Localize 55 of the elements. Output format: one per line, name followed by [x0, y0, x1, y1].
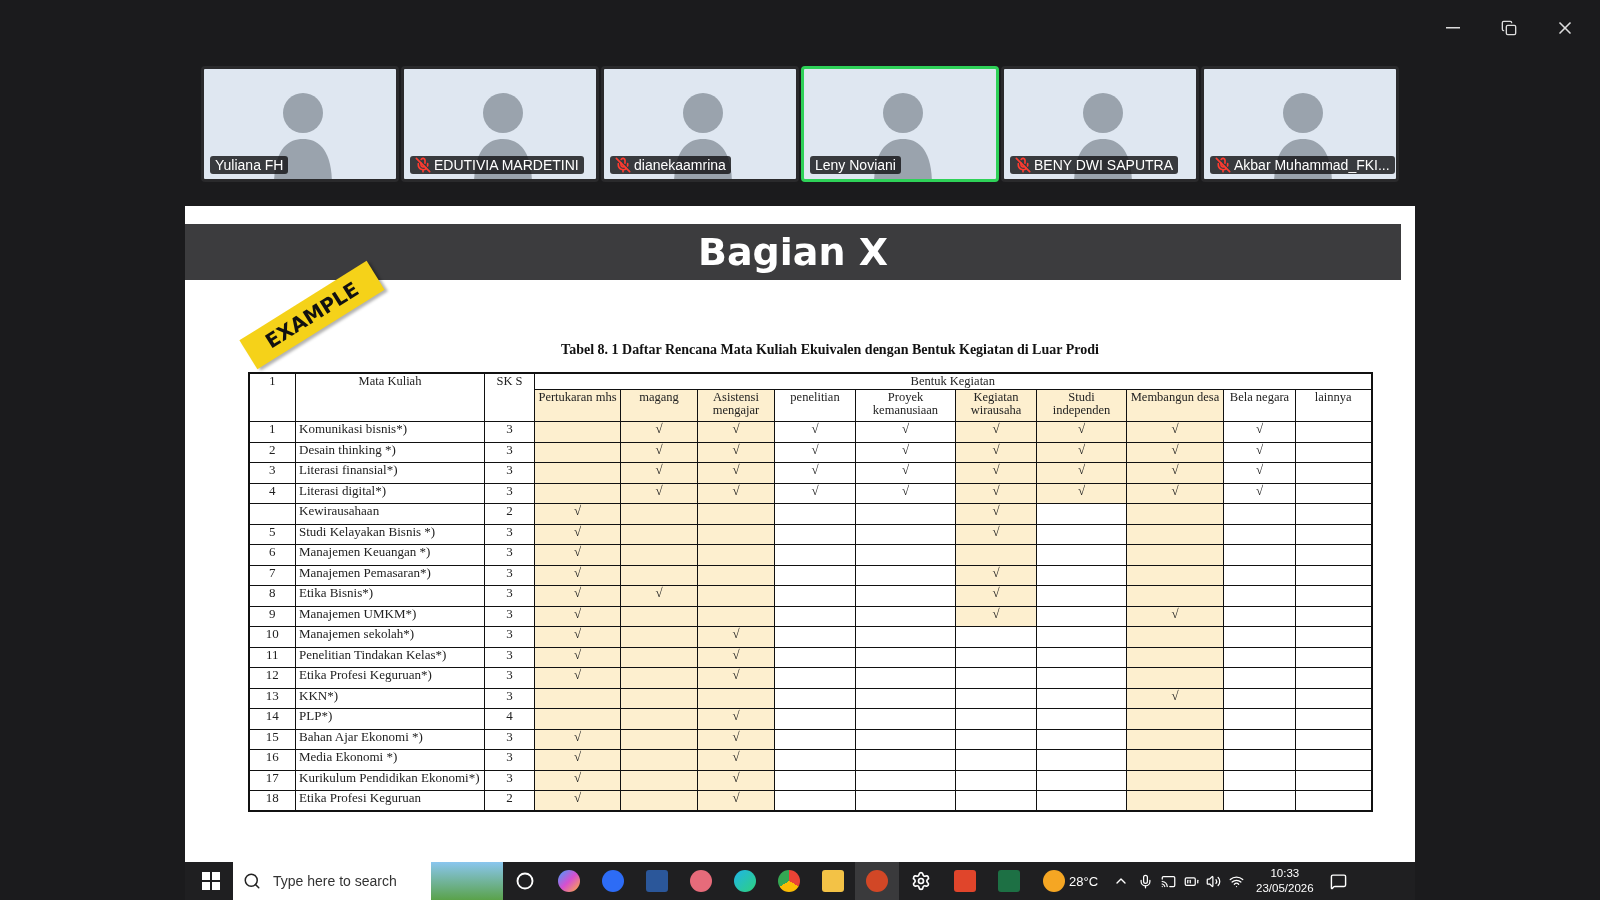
- table-cell: 9: [248, 606, 296, 627]
- table-cell: 10: [248, 626, 296, 647]
- video-tile[interactable]: Akbar Muhammad_FKI...: [1201, 66, 1399, 182]
- table-cell: 8: [248, 585, 296, 606]
- table-cell: 18: [248, 790, 296, 811]
- table-cell: 12: [248, 667, 296, 688]
- clock-date: 23/05/2026: [1256, 881, 1314, 896]
- table-cell: 7: [248, 565, 296, 586]
- table-header: Bela negara: [1223, 389, 1296, 422]
- participant-name: Leny Noviani: [815, 157, 896, 173]
- table-header: Kegiatan wirausaha: [955, 389, 1037, 422]
- table-header: Asistensi mengajar: [697, 389, 775, 422]
- table-cell: 13: [248, 688, 296, 709]
- video-tile[interactable]: dianekaamrina: [601, 66, 799, 182]
- table-header: 1: [248, 373, 296, 422]
- participant-name: Yuliana FH: [215, 157, 284, 173]
- participant-name: BENY DWI SAPUTRA: [1034, 157, 1173, 173]
- table-cell: 16: [248, 749, 296, 770]
- table-cell: 11: [248, 647, 296, 668]
- participant-name: Akbar Muhammad_FKI...: [1234, 157, 1390, 173]
- table-cell: 4: [248, 483, 296, 504]
- table-header: SK S: [484, 373, 535, 422]
- weather-temperature: 28°C: [1069, 873, 1099, 889]
- table-header: Membangun desa: [1126, 389, 1224, 422]
- table-caption: Tabel 8. 1 Daftar Rencana Mata Kuliah Ekuivalen dengan Bentuk Kegiatan di Luar Prodi: [561, 342, 1099, 358]
- clock-time: 10:33: [1270, 866, 1300, 881]
- table-header: Pertukaran mhs: [534, 389, 621, 422]
- table-cell: 14: [248, 708, 296, 729]
- slide-title: Bagian X: [185, 224, 1401, 280]
- table-cell: 1: [248, 421, 296, 442]
- taskbar-search-bar[interactable]: Type here to search: [233, 862, 503, 900]
- video-tile[interactable]: Yuliana FH: [201, 66, 399, 182]
- minimize-icon: [1446, 27, 1460, 29]
- search-icon: [243, 872, 261, 890]
- table-cell: 2: [248, 442, 296, 463]
- taskbar-clock[interactable]: 10:33 23/05/2026: [1256, 866, 1314, 896]
- participant-name: dianekaamrina: [634, 157, 726, 173]
- video-tile[interactable]: BENY DWI SAPUTRA: [1001, 66, 1199, 182]
- table-header: magang: [620, 389, 698, 422]
- table-cell: 3: [248, 462, 296, 483]
- table-cell: 5: [248, 524, 296, 545]
- video-tile[interactable]: Leny Noviani: [801, 66, 999, 182]
- table-cell: 6: [248, 544, 296, 565]
- table-header: Proyek kemanusiaan: [855, 389, 956, 422]
- participant-name: EDUTIVIA MARDETINI: [434, 157, 579, 173]
- table-header: lainnya: [1295, 389, 1372, 422]
- restore-icon: [1501, 20, 1517, 36]
- table-header: Studi independen: [1036, 389, 1127, 422]
- table-header: Mata Kuliah: [295, 373, 485, 422]
- table-header: penelitian: [774, 389, 856, 422]
- video-tile[interactable]: EDUTIVIA MARDETINI: [401, 66, 599, 182]
- table-cell: 15: [248, 729, 296, 750]
- table-cell: 17: [248, 770, 296, 791]
- table-header: Bentuk Kegiatan: [534, 373, 1372, 390]
- landscape-picture: [431, 862, 503, 900]
